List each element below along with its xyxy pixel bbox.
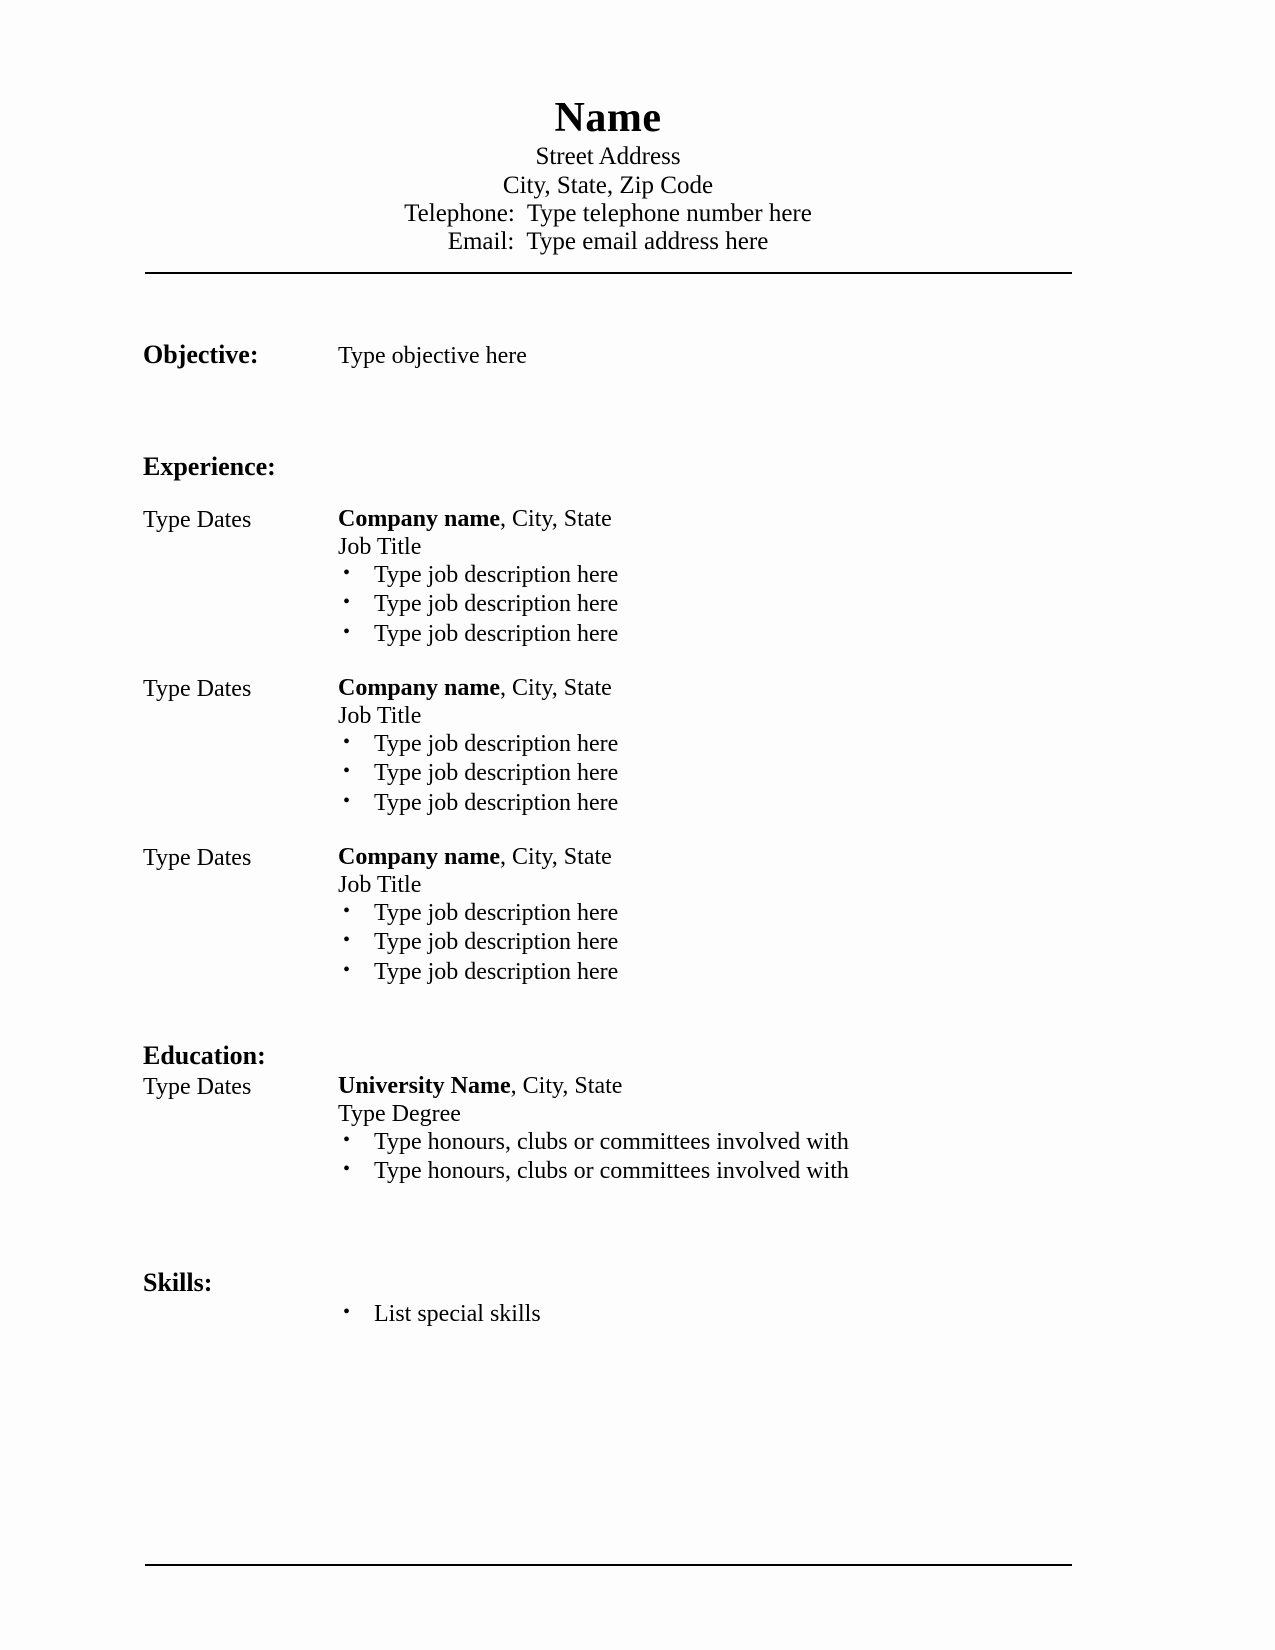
telephone-line: Telephone: Type telephone number here — [404, 199, 812, 227]
list-item-label: Type honours, clubs or committees involv… — [374, 1158, 849, 1185]
resume-header: Name Street Address City, State, Zip Cod… — [145, 95, 1071, 256]
education-entry: University Name, City, State Type Degree… — [338, 1072, 1078, 1187]
list-item-label: Type job description here — [374, 760, 619, 787]
bullet-icon: • — [343, 900, 351, 923]
list-item: • Type job description here — [338, 928, 1078, 957]
skills-bullet-list: • List special skills — [338, 1300, 1078, 1329]
experience-company-name: Company name — [338, 844, 501, 870]
bullet-icon: • — [343, 789, 351, 812]
list-item: • Type job description here — [338, 561, 1078, 590]
list-item-label: Type job description here — [374, 900, 619, 927]
experience-entry: Company name, City, State Job Title • Typ… — [338, 674, 1078, 818]
skills-entry: • List special skills — [338, 1300, 1078, 1329]
experience-job-title: Job Title — [338, 872, 422, 899]
education-degree: Type Degree — [338, 1101, 461, 1128]
bullet-icon: • — [343, 620, 351, 643]
experience-company-name: Company name — [338, 506, 501, 532]
bullet-icon: • — [343, 958, 351, 981]
experience-job-title: Job Title — [338, 703, 422, 730]
city-state-zip: City, State, Zip Code — [502, 171, 714, 199]
bullet-icon: • — [343, 1129, 351, 1152]
page-title: Name — [554, 95, 662, 141]
bullet-icon: • — [343, 562, 351, 585]
education-bullet-list: • Type honours, clubs or committees invol… — [338, 1128, 1078, 1187]
bullet-icon: • — [343, 760, 351, 783]
header-divider — [145, 272, 1072, 274]
section-heading-experience: Experience: — [143, 452, 276, 481]
list-item: • Type job description here — [338, 958, 1078, 987]
list-item-label: Type job description here — [374, 958, 619, 985]
list-item: • Type honours, clubs or committees invol… — [338, 1157, 1078, 1186]
experience-org-line: Company name, City, State — [338, 674, 1078, 702]
experience-org-line: Company name, City, State — [338, 843, 1078, 871]
list-item: • Type job description here — [338, 730, 1078, 759]
resume-page: Name Street Address City, State, Zip Cod… — [0, 0, 1275, 1650]
section-heading-skills: Skills: — [143, 1268, 213, 1297]
bullet-icon: • — [343, 1158, 351, 1181]
street-address: Street Address — [535, 143, 681, 171]
list-item-label: Type job description here — [374, 789, 619, 816]
experience-bullet-list: • Type job description here • Type job des… — [338, 561, 1078, 649]
bullet-icon: • — [343, 591, 351, 614]
education-university-name: University Name — [338, 1073, 511, 1099]
list-item: • Type job description here — [338, 789, 1078, 818]
experience-bullet-list: • Type job description here • Type job des… — [338, 899, 1078, 987]
list-item-label: Type job description here — [374, 620, 619, 647]
education-university-location: , City, State — [510, 1073, 623, 1099]
experience-company-location: , City, State — [500, 844, 612, 870]
experience-org-line: Company name, City, State — [338, 505, 1078, 533]
experience-company-location: , City, State — [500, 675, 612, 701]
list-item: • List special skills — [338, 1300, 1078, 1329]
list-item-label: Type job description here — [374, 929, 619, 956]
education-org-line: University Name, City, State — [338, 1072, 1078, 1100]
list-item-label: List special skills — [374, 1301, 541, 1327]
list-item-label: Type job description here — [374, 562, 619, 589]
experience-dates: Type Dates — [143, 845, 252, 871]
experience-company-name: Company name — [338, 675, 501, 701]
list-item: • Type honours, clubs or committees invol… — [338, 1128, 1078, 1157]
experience-entry: Company name, City, State Job Title • Typ… — [338, 843, 1078, 987]
objective-text: Type objective here — [338, 343, 527, 369]
section-heading-objective: Objective: — [143, 340, 259, 369]
list-item: • Type job description here — [338, 759, 1078, 788]
list-item: • Type job description here — [338, 590, 1078, 619]
experience-entry: Company name, City, State Job Title • Typ… — [338, 505, 1078, 649]
list-item-label: Type job description here — [374, 591, 619, 618]
experience-dates: Type Dates — [143, 507, 252, 533]
list-item-label: Type job description here — [374, 731, 619, 758]
footer-divider — [145, 1564, 1072, 1566]
list-item: • Type job description here — [338, 620, 1078, 649]
experience-bullet-list: • Type job description here • Type job des… — [338, 730, 1078, 818]
section-heading-education: Education: — [143, 1041, 266, 1070]
email-line: Email: Type email address here — [447, 228, 769, 256]
education-dates: Type Dates — [143, 1074, 252, 1100]
bullet-icon: • — [343, 731, 351, 754]
bullet-icon: • — [343, 929, 351, 952]
experience-company-location: , City, State — [500, 506, 612, 532]
list-item: • Type job description here — [338, 899, 1078, 928]
experience-dates: Type Dates — [143, 676, 252, 702]
bullet-icon: • — [343, 1301, 351, 1323]
experience-job-title: Job Title — [338, 534, 422, 561]
list-item-label: Type honours, clubs or committees involv… — [374, 1129, 849, 1156]
